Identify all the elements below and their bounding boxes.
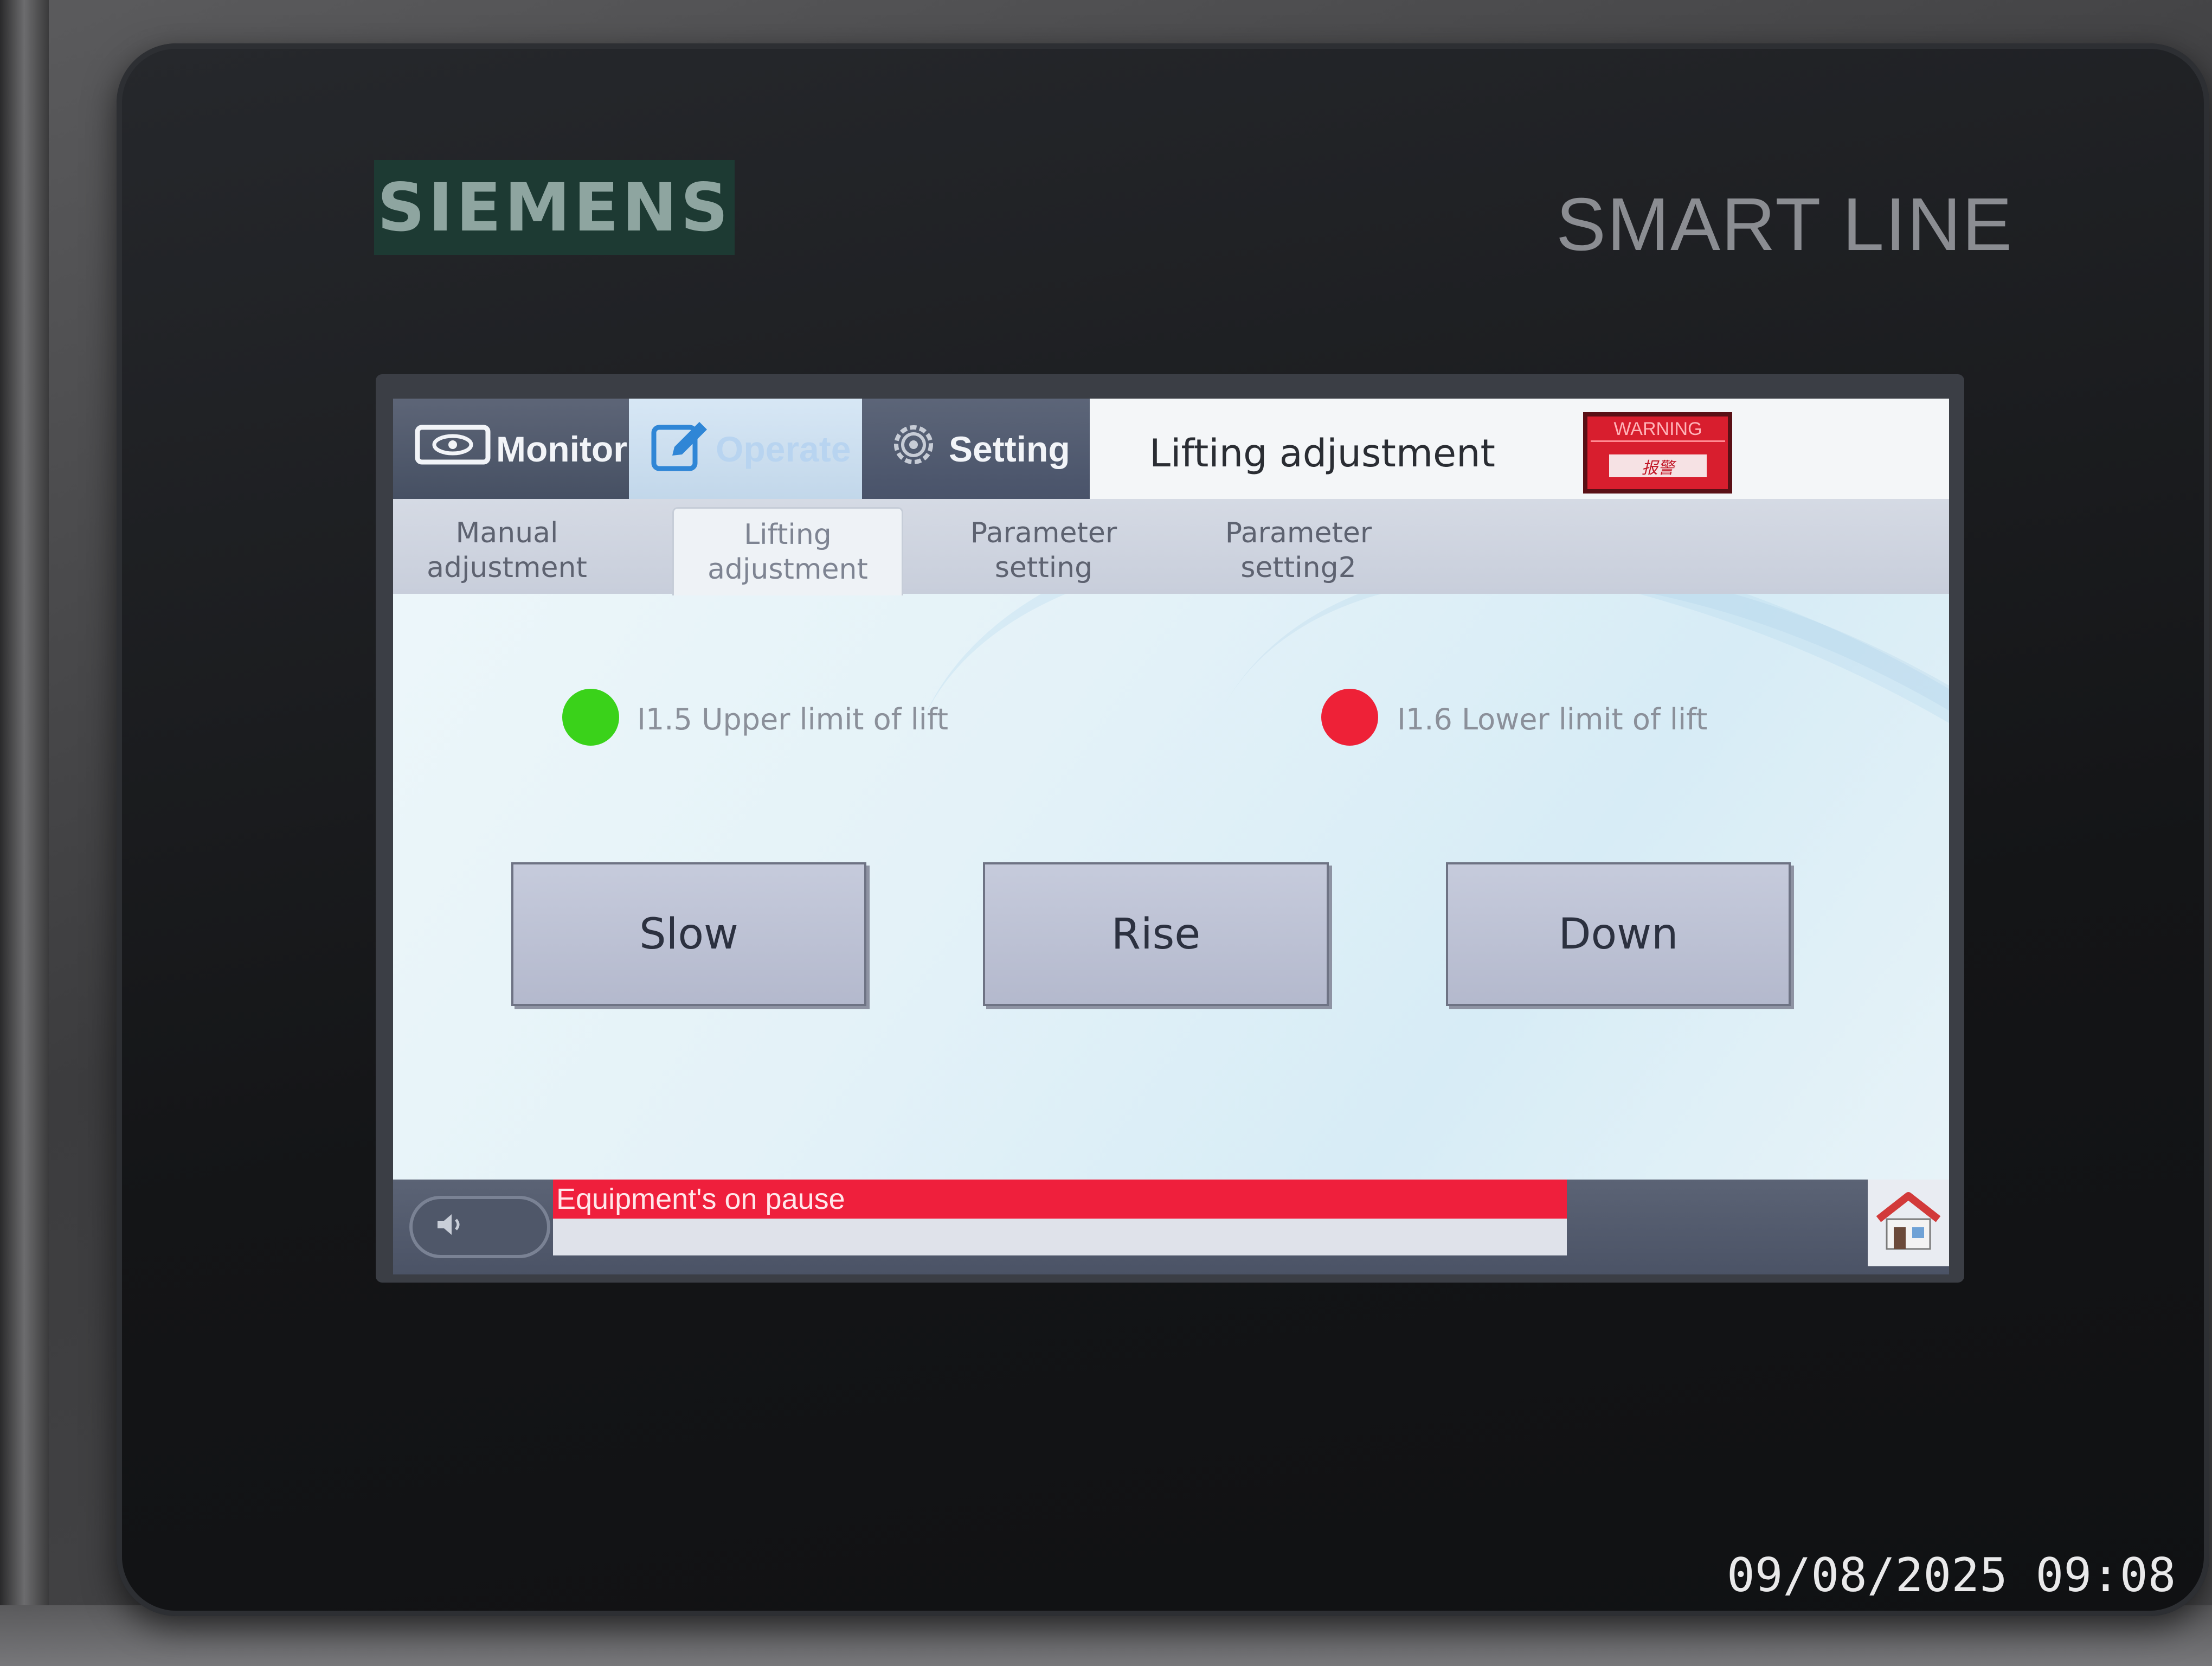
tab-label: Setting xyxy=(949,428,1070,469)
subtab-parameter-setting2[interactable]: Parameter setting2 xyxy=(1185,507,1412,594)
lower-limit-label: I1.6 Lower limit of lift xyxy=(1397,702,1708,736)
steel-frame xyxy=(0,0,49,1666)
upper-limit-indicator xyxy=(562,689,619,746)
monitor-icon xyxy=(415,423,491,475)
status-bar: Equipment's on pause xyxy=(393,1180,1949,1274)
subtab-line: setting xyxy=(994,552,1093,584)
tab-monitor[interactable]: Monitor xyxy=(393,399,629,499)
speaker-button[interactable] xyxy=(409,1196,550,1258)
subtab-manual-adjustment[interactable]: Manual adjustment xyxy=(393,507,621,594)
warning-sublabel: 报警 xyxy=(1609,454,1707,478)
speaker-icon xyxy=(434,1211,467,1245)
subtab-line: adjustment xyxy=(427,552,587,584)
tab-label: Monitor xyxy=(496,428,627,469)
tab-label: Operate xyxy=(716,428,851,469)
slow-button[interactable]: Slow xyxy=(511,862,866,1006)
alarm-message: Equipment's on pause xyxy=(553,1180,1567,1219)
subtab-line: adjustment xyxy=(708,553,868,586)
sub-tab-bar: Manual adjustment Lifting adjustment Param… xyxy=(393,499,1949,595)
brand-logo: SIEMENS xyxy=(374,160,735,255)
upper-limit-label: I1.5 Upper limit of lift xyxy=(637,702,949,736)
tab-operate[interactable]: Operate xyxy=(629,399,862,499)
gear-icon xyxy=(884,418,943,480)
subtab-parameter-setting[interactable]: Parameter setting xyxy=(930,507,1158,594)
hmi-screen: Monitor Operate Setting Lifting adjustme xyxy=(393,399,1949,1274)
page-title: Lifting adjustment xyxy=(1149,431,1495,476)
home-button[interactable] xyxy=(1868,1180,1949,1266)
subtab-line: setting2 xyxy=(1240,552,1356,584)
alarm-display: Equipment's on pause xyxy=(553,1180,1567,1255)
warning-button[interactable]: WARNING 报警 xyxy=(1583,412,1732,494)
down-button[interactable]: Down xyxy=(1446,862,1791,1006)
edit-icon xyxy=(651,418,710,480)
subtab-line: Manual xyxy=(455,517,558,549)
model-label: SMART LINE xyxy=(1556,183,2014,266)
top-menu-bar: Monitor Operate Setting Lifting adjustme xyxy=(393,399,1949,499)
tab-setting[interactable]: Setting xyxy=(862,399,1090,499)
photo-timestamp: 09/08/2025 09:08 xyxy=(1727,1548,2176,1603)
subtab-lifting-adjustment[interactable]: Lifting adjustment xyxy=(672,507,903,595)
subtab-line: Lifting xyxy=(744,518,832,551)
warning-label: WARNING xyxy=(1591,419,1725,442)
home-icon xyxy=(1873,1189,1944,1257)
rise-button[interactable]: Rise xyxy=(983,862,1329,1006)
subtab-line: Parameter xyxy=(970,517,1117,549)
lower-limit-indicator xyxy=(1321,689,1378,746)
subtab-line: Parameter xyxy=(1225,517,1372,549)
